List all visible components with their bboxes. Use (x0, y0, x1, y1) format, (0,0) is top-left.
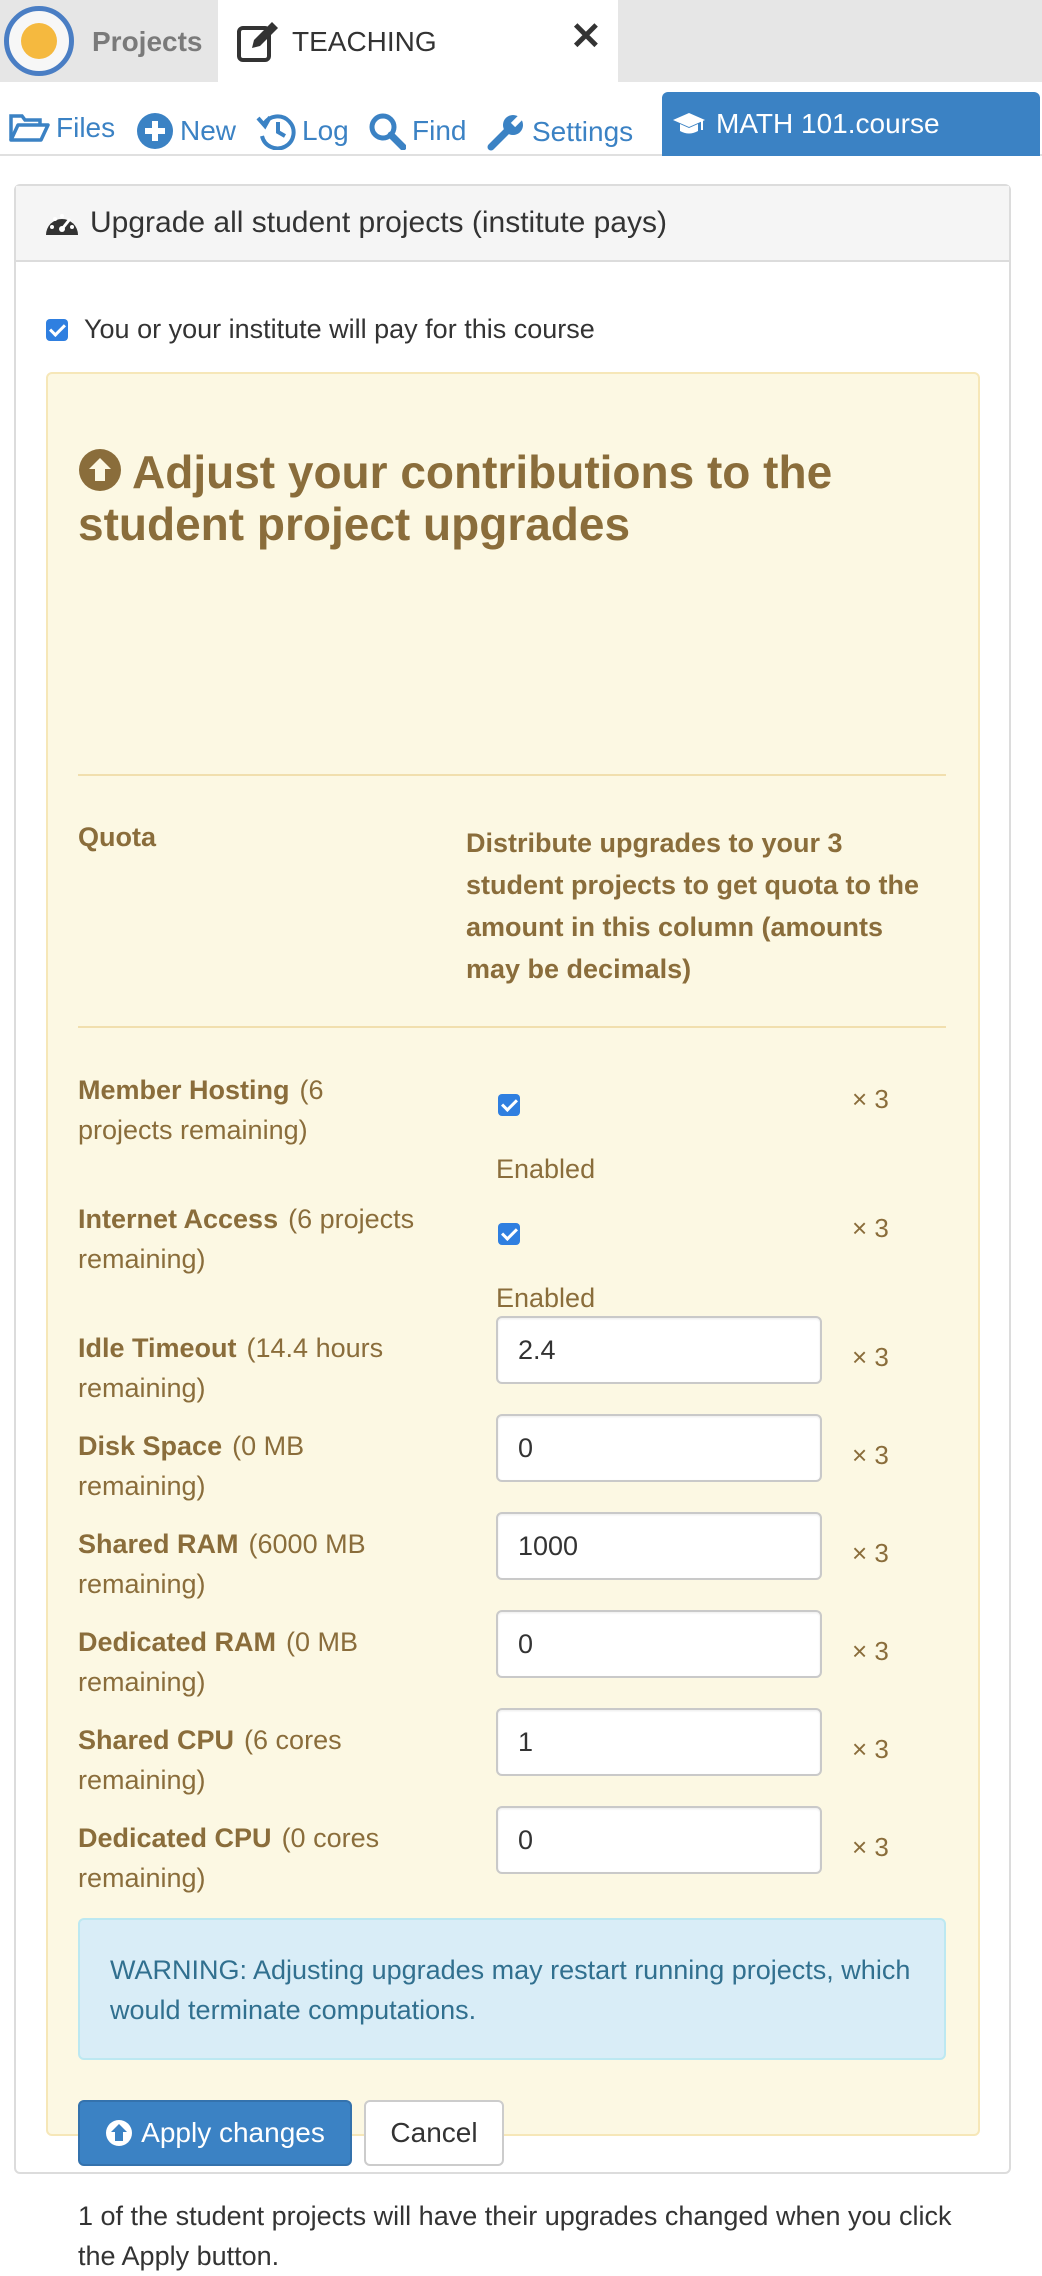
course-file-tab[interactable]: MATH 101.course (662, 92, 1040, 156)
apply-changes-label: Apply changes (141, 2117, 325, 2148)
graduation-cap-icon (673, 113, 705, 134)
quota-name: Idle Timeout (78, 1333, 237, 1363)
shared-cpu-input[interactable] (496, 1708, 822, 1776)
enabled-label: Enabled (496, 1283, 596, 1313)
projects-tab[interactable]: Projects (0, 0, 216, 82)
nav-settings[interactable]: Settings (486, 112, 633, 152)
edit-icon (237, 22, 278, 62)
nav-new-label: New (180, 115, 237, 146)
pay-option: You or your institute will pay for this … (46, 314, 595, 345)
member-hosting-checkbox[interactable] (498, 1094, 520, 1116)
quota-name: Dedicated RAM (78, 1627, 277, 1657)
close-icon[interactable]: ✕ (570, 18, 602, 56)
top-tab-bar: Projects TEACHING ✕ (0, 0, 1042, 82)
nav-find[interactable]: Find (368, 112, 466, 150)
pay-label: You or your institute will pay for this … (84, 314, 595, 344)
panel-heading-text: Upgrade all student projects (institute … (90, 206, 667, 239)
quota-label: Internet Access (6 projects remaining) (78, 1199, 418, 1279)
quota-name: Internet Access (78, 1204, 279, 1234)
arrow-circle-up-icon (79, 449, 121, 491)
multiplier: × 3 (852, 1213, 889, 1243)
multiplier: × 3 (852, 1832, 889, 1862)
contributions-title: Adjust your contributions to the student… (78, 446, 938, 550)
nav-find-label: Find (412, 115, 467, 146)
teaching-tab-label: TEACHING (292, 26, 437, 57)
folder-open-icon (9, 114, 50, 142)
course-file-tab-label: MATH 101.course (716, 108, 940, 139)
multiplier: × 3 (852, 1440, 889, 1470)
quota-label: Disk Space (0 MB remaining) (78, 1426, 418, 1506)
nav-log[interactable]: Log (256, 112, 349, 150)
shared-ram-input[interactable] (496, 1512, 822, 1580)
nav-files[interactable]: Files (8, 112, 115, 144)
multiplier: × 3 (852, 1734, 889, 1764)
panel-heading: Upgrade all student projects (institute … (16, 186, 1009, 262)
divider (78, 774, 946, 776)
cancel-button[interactable]: Cancel (364, 2100, 504, 2166)
divider (78, 1026, 946, 1028)
disk-space-input[interactable] (496, 1414, 822, 1482)
history-icon (256, 114, 296, 150)
nav-files-label: Files (56, 112, 116, 143)
internet-access-checkbox[interactable] (498, 1223, 520, 1245)
multiplier: × 3 (852, 1538, 889, 1568)
quota-label: Member Hosting (6 projects remaining) (78, 1070, 418, 1150)
idle-timeout-input[interactable] (496, 1316, 822, 1384)
enabled-label: Enabled (496, 1154, 596, 1184)
apply-footnote: 1 of the student projects will have thei… (78, 2201, 952, 2271)
multiplier: × 3 (852, 1636, 889, 1666)
quota-name: Dedicated CPU (78, 1823, 272, 1853)
plus-circle-icon (137, 113, 173, 149)
warning-alert: WARNING: Adjusting upgrades may restart … (78, 1918, 946, 2060)
projects-tab-label: Projects (92, 26, 203, 57)
search-icon (369, 113, 406, 150)
multiplier: × 3 (852, 1342, 889, 1372)
apply-changes-button[interactable]: Apply changes (78, 2100, 352, 2166)
dedicated-ram-input[interactable] (496, 1610, 822, 1678)
quota-name: Member Hosting (78, 1075, 290, 1105)
multiplier: × 3 (852, 1084, 889, 1114)
dedicated-cpu-input[interactable] (496, 1806, 822, 1874)
quota-label: Dedicated RAM (0 MB remaining) (78, 1622, 418, 1702)
quota-name: Shared RAM (78, 1529, 239, 1559)
quota-name: Disk Space (78, 1431, 223, 1461)
quota-name: Shared CPU (78, 1725, 235, 1755)
teaching-tab[interactable]: TEACHING ✕ (218, 0, 618, 82)
distribute-column-header: Distribute upgrades to your 3 student pr… (466, 828, 919, 984)
quota-label: Shared RAM (6000 MB remaining) (78, 1524, 418, 1604)
dashboard-icon (46, 214, 78, 235)
nav-log-label: Log (302, 115, 349, 146)
upgrade-panel: Upgrade all student projects (institute … (14, 184, 1011, 2271)
quota-label: Shared CPU (6 cores remaining) (78, 1720, 418, 1800)
wrench-icon (487, 112, 526, 151)
nav-new[interactable]: New (136, 112, 236, 150)
arrow-circle-up-icon (106, 2120, 133, 2146)
quota-column-header: Quota (78, 822, 156, 852)
cocalc-logo-icon (4, 6, 74, 76)
quota-label: Dedicated CPU (0 cores remaining) (78, 1818, 418, 1898)
quota-label: Idle Timeout (14.4 hours remaining) (78, 1328, 418, 1408)
nav-settings-label: Settings (532, 116, 634, 147)
contributions-title-text: Adjust your contributions to the student… (78, 446, 833, 550)
contributions-well: Adjust your contributions to the student… (46, 372, 980, 2271)
pay-checkbox[interactable] (46, 318, 68, 341)
